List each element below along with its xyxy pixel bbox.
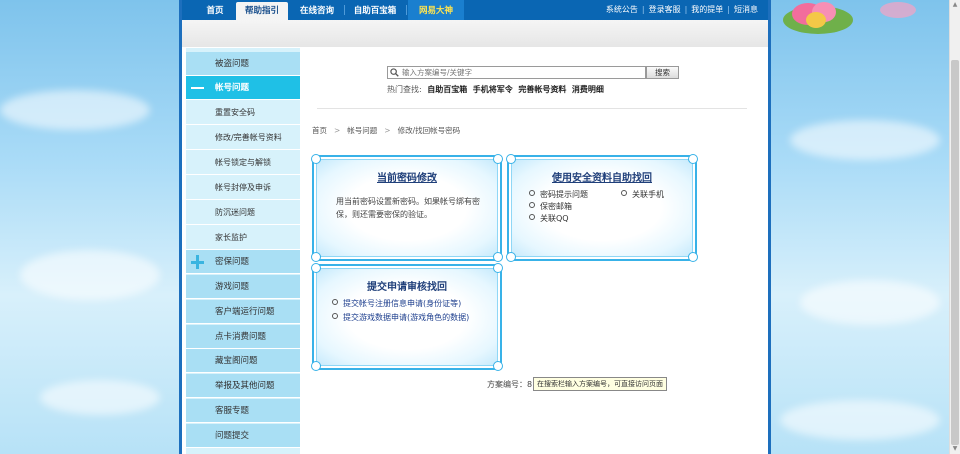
option-secure-email[interactable]: 保密邮箱	[529, 201, 572, 212]
nav-divider	[406, 5, 407, 15]
sidebar-subitem-reset-security-code[interactable]: 重置安全码	[186, 101, 300, 125]
hot-searches: 热门查找: 自助百宝箱 手机将军令 完善帐号资料 消费明细	[387, 84, 604, 95]
sidebar-item-stolen[interactable]: 被盗问题	[186, 52, 300, 76]
breadcrumb-account[interactable]: 帐号问题	[347, 126, 377, 135]
sidebar-subitem-ban-appeal[interactable]: 帐号封停及申诉	[186, 176, 300, 200]
nav-tab-online-consult[interactable]: 在线咨询	[292, 0, 342, 20]
category-marker	[186, 52, 210, 75]
search-icon	[390, 68, 399, 77]
chevron-right-icon: >	[334, 126, 341, 135]
breadcrumb-home[interactable]: 首页	[312, 126, 327, 135]
card-title-appeal: 提交申请审核找回	[367, 282, 447, 293]
cloud-decoration	[780, 400, 940, 440]
search-button[interactable]: 搜索	[646, 66, 679, 79]
cloud-decoration	[800, 280, 940, 325]
nav-divider	[344, 5, 345, 15]
sidebar-subitem-parental[interactable]: 家长监护	[186, 226, 300, 250]
cloud-decoration	[40, 380, 160, 415]
main-frame: 首页 帮助指引 在线咨询 自助百宝箱 网易大神 系统公告 | 登录客服 | 我的提单 | 短…	[179, 0, 771, 454]
cloud-decoration	[0, 90, 150, 130]
tooltip: 在搜索栏输入方案编号，可直接访问页面	[533, 377, 667, 391]
nav-tab-dashen[interactable]: 网易大神	[408, 0, 464, 20]
link-login[interactable]: 登录客服	[649, 5, 681, 14]
lotus-flower-decoration	[783, 2, 916, 34]
case-number: 方案编号：8	[487, 380, 533, 389]
option-linked-phone[interactable]: 关联手机	[621, 189, 664, 200]
category-marker	[186, 374, 210, 397]
option-register-info-appeal[interactable]: 提交帐号注册信息申请(身份证等)	[332, 298, 461, 309]
sidebar-item-security[interactable]: 密保问题	[186, 250, 300, 274]
breadcrumb-current: 修改/找回帐号密码	[397, 126, 461, 135]
option-linked-qq[interactable]: 关联QQ	[529, 213, 569, 224]
top-navigation: 首页 帮助指引 在线咨询 自助百宝箱 网易大神 系统公告 | 登录客服 | 我的提单 | 短…	[182, 0, 768, 20]
link-my-tickets[interactable]: 我的提单	[691, 5, 723, 14]
card-appeal: 提交申请审核找回 提交帐号注册信息申请(身份证等) 提交游戏数据申请(游戏角色的…	[311, 263, 503, 371]
top-links: 系统公告 | 登录客服 | 我的提单 | 短消息	[605, 5, 758, 14]
divider	[317, 108, 747, 109]
search-input[interactable]	[402, 67, 642, 78]
category-marker	[186, 349, 210, 372]
category-marker	[186, 424, 210, 447]
category-marker	[186, 325, 210, 348]
nav-tab-toolbox[interactable]: 自助百宝箱	[346, 0, 404, 20]
link-messages[interactable]: 短消息	[734, 5, 758, 14]
category-marker	[186, 399, 210, 422]
category-marker	[186, 300, 210, 323]
minus-icon	[186, 76, 210, 99]
sidebar-item-client[interactable]: 客户端运行问题	[186, 300, 300, 324]
sub-header-bar	[182, 20, 768, 47]
sidebar-item-treasure[interactable]: 藏宝阁问题	[186, 349, 300, 373]
scroll-down-icon[interactable]: ▼	[950, 444, 960, 454]
card-description: 用当前密码设置新密码。如果帐号绑有密保，则还需要密保的验证。	[336, 197, 480, 219]
link-announcement[interactable]: 系统公告	[606, 5, 638, 14]
hot-label: 热门查找:	[387, 85, 422, 94]
option-password-hint[interactable]: 密码提示问题	[529, 189, 588, 200]
page-scrollbar[interactable]: ▲ ▼	[949, 0, 960, 454]
sidebar-item-submit[interactable]: 问题提交	[186, 424, 300, 448]
sidebar-item-account[interactable]: 帐号问题	[186, 76, 300, 100]
sidebar-item-card[interactable]: 点卡消费问题	[186, 325, 300, 349]
card-current-password: 当前密码修改 用当前密码设置新密码。如果帐号绑有密保，则还需要密保的验证。	[311, 154, 503, 262]
sidebar-item-service-topics[interactable]: 客服专题	[186, 399, 300, 423]
chevron-right-icon: >	[384, 126, 391, 135]
cloud-decoration	[20, 250, 160, 300]
card-title-current-password[interactable]: 当前密码修改	[314, 169, 500, 184]
plus-icon	[186, 250, 210, 273]
hot-link-account-info[interactable]: 完善帐号资料	[518, 85, 566, 94]
search-box[interactable]	[387, 66, 646, 79]
hot-link-mobile-token[interactable]: 手机将军令	[473, 85, 513, 94]
scrollbar-thumb[interactable]	[951, 60, 959, 445]
card-security-info: 使用安全资料自助找回 密码提示问题 保密邮箱 关联QQ 关联手机	[506, 154, 698, 262]
hot-link-spending[interactable]: 消费明细	[572, 85, 604, 94]
cloud-decoration	[790, 120, 940, 160]
sidebar-subitem-lock-unlock[interactable]: 帐号锁定与解锁	[186, 151, 300, 175]
scroll-up-icon[interactable]: ▲	[950, 0, 960, 10]
sidebar-subitem-anti-addiction[interactable]: 防沉迷问题	[186, 201, 300, 225]
sidebar-subitem-edit-account-info[interactable]: 修改/完善帐号资料	[186, 126, 300, 150]
sidebar: 被盗问题 帐号问题 重置安全码 修改/完善帐号资料 帐号锁定与解锁 帐号封停及申…	[186, 48, 300, 454]
nav-tab-home[interactable]: 首页	[194, 0, 236, 20]
sidebar-item-report[interactable]: 举报及其他问题	[186, 374, 300, 398]
category-marker	[186, 275, 210, 298]
sidebar-item-game[interactable]: 游戏问题	[186, 275, 300, 299]
card-title-security-info[interactable]: 使用安全资料自助找回	[509, 169, 695, 184]
option-game-data-appeal[interactable]: 提交游戏数据申请(游戏角色的数据)	[332, 312, 469, 323]
hot-link-toolbox[interactable]: 自助百宝箱	[427, 85, 467, 94]
nav-tab-help[interactable]: 帮助指引	[236, 2, 288, 20]
breadcrumb: 首页 > 帐号问题 > 修改/找回帐号密码	[312, 125, 460, 136]
